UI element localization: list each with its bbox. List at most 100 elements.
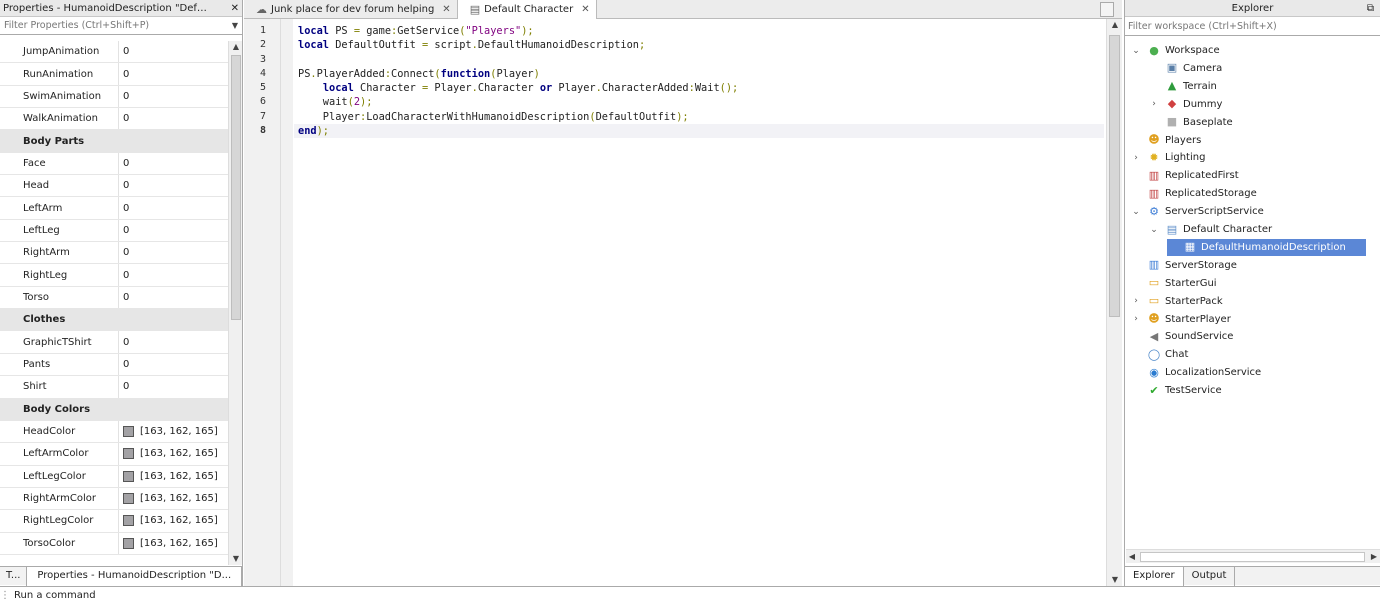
property-value[interactable]: [163, 162, 165] bbox=[119, 493, 218, 505]
property-value[interactable]: 0 bbox=[119, 247, 129, 258]
explorer-horizontal-scrollbar[interactable]: ◀ ▶ bbox=[1126, 549, 1380, 563]
chevron-down-icon[interactable]: ⌄ bbox=[1131, 46, 1141, 56]
property-row[interactable]: WalkAnimation 0 bbox=[0, 108, 228, 131]
property-value[interactable]: 0 bbox=[119, 69, 129, 80]
code-area[interactable]: 1 local PS = game:GetService("Players"); 2… bbox=[260, 19, 1104, 586]
explorer-item-players[interactable]: ☻ Players bbox=[1131, 132, 1201, 149]
scrollbar-thumb[interactable] bbox=[231, 55, 241, 320]
explorer-item-replicatedstorage[interactable]: ▥ ReplicatedStorage bbox=[1131, 185, 1257, 202]
tab-output[interactable]: Output bbox=[1184, 567, 1236, 586]
code-line[interactable]: 1 local PS = game:GetService("Players"); bbox=[260, 24, 1104, 38]
property-row[interactable]: RightLegColor [163, 162, 165] bbox=[0, 510, 228, 533]
explorer-item-chat[interactable]: ◯ Chat bbox=[1131, 346, 1189, 363]
editor-tab[interactable]: ☁ Junk place for dev forum helping ✕ bbox=[244, 0, 458, 19]
tab-explorer[interactable]: Explorer bbox=[1125, 567, 1184, 586]
scroll-down-icon[interactable]: ▼ bbox=[1107, 574, 1123, 586]
scroll-right-icon[interactable]: ▶ bbox=[1368, 550, 1380, 564]
explorer-item-testservice[interactable]: ✔ TestService bbox=[1131, 382, 1221, 399]
property-value[interactable]: [163, 162, 165] bbox=[119, 448, 218, 460]
scrollbar-thumb[interactable] bbox=[1140, 552, 1365, 562]
property-value[interactable]: 0 bbox=[119, 225, 129, 236]
property-row[interactable]: LeftLeg 0 bbox=[0, 219, 228, 243]
tab-properties-0[interactable]: T... bbox=[0, 567, 28, 586]
property-row[interactable]: RunAnimation 0 bbox=[0, 63, 228, 86]
explorer-item-default character[interactable]: ⌄ ▤ Default Character bbox=[1149, 221, 1272, 238]
close-tab-icon[interactable]: ✕ bbox=[581, 4, 589, 15]
color-swatch[interactable] bbox=[123, 470, 134, 482]
property-value[interactable]: 0 bbox=[119, 180, 129, 191]
command-bar[interactable]: ⋮ Run a command bbox=[0, 586, 1380, 604]
property-category[interactable]: Clothes bbox=[0, 309, 228, 332]
property-row[interactable]: TorsoColor [163, 162, 165] bbox=[0, 532, 228, 555]
property-row[interactable]: GraphicTShirt 0 bbox=[0, 331, 228, 354]
scroll-left-icon[interactable]: ◀ bbox=[1126, 550, 1138, 564]
property-category[interactable]: Body Parts bbox=[0, 130, 228, 153]
color-swatch[interactable] bbox=[123, 426, 134, 438]
property-row[interactable]: RightLeg 0 bbox=[0, 264, 228, 287]
property-value[interactable]: [163, 162, 165] bbox=[119, 426, 218, 438]
restore-window-icon[interactable] bbox=[1100, 2, 1114, 17]
property-row[interactable]: HeadColor [163, 162, 165] bbox=[0, 420, 228, 444]
code-line[interactable]: 6 wait(2); bbox=[260, 95, 1104, 109]
explorer-item-soundservice[interactable]: ◀ SoundService bbox=[1131, 328, 1234, 345]
property-row[interactable]: LeftArmColor [163, 162, 165] bbox=[0, 443, 228, 466]
close-icon[interactable]: ✕ bbox=[231, 0, 239, 16]
property-row[interactable]: RightArmColor [163, 162, 165] bbox=[0, 487, 228, 511]
color-swatch[interactable] bbox=[123, 515, 134, 527]
code-line[interactable]: 5 local Character = Player.Character or … bbox=[260, 81, 1104, 95]
property-value[interactable]: 0 bbox=[119, 91, 129, 102]
explorer-item-serverstorage[interactable]: ▥ ServerStorage bbox=[1131, 257, 1237, 274]
tab-properties-1[interactable]: Properties - HumanoidDescription "D... bbox=[27, 567, 242, 586]
code-line[interactable]: 2 local DefaultOutfit = script.DefaultHum… bbox=[260, 38, 1104, 52]
properties-scrollbar[interactable]: ▲ ▼ bbox=[228, 41, 242, 565]
explorer-item-replicatedfirst[interactable]: ▥ ReplicatedFirst bbox=[1131, 167, 1239, 184]
explorer-item-serverscriptservice[interactable]: ⌄ ⚙ ServerScriptService bbox=[1131, 203, 1264, 220]
chevron-right-icon[interactable]: › bbox=[1131, 153, 1141, 163]
explorer-item-startergui[interactable]: ▭ StarterGui bbox=[1131, 275, 1217, 292]
explorer-item-starterpack[interactable]: › ▭ StarterPack bbox=[1131, 293, 1223, 310]
explorer-item-starterplayer[interactable]: › ☻ StarterPlayer bbox=[1131, 311, 1231, 328]
editor-tab[interactable]: ▤ Default Character ✕ bbox=[457, 0, 597, 19]
explorer-item-camera[interactable]: ▣ Camera bbox=[1149, 60, 1222, 77]
property-value[interactable]: 0 bbox=[119, 203, 129, 214]
explorer-item-defaulthumanoiddescription[interactable]: ▦ DefaultHumanoidDescription bbox=[1167, 238, 1366, 256]
property-value[interactable]: [163, 162, 165] bbox=[119, 537, 218, 549]
code-line[interactable]: 3 bbox=[260, 53, 1104, 67]
property-value[interactable]: 0 bbox=[119, 359, 129, 370]
color-swatch[interactable] bbox=[123, 448, 134, 460]
property-value[interactable]: 0 bbox=[119, 292, 129, 303]
property-row[interactable]: Pants 0 bbox=[0, 353, 228, 377]
code-line[interactable]: 7 Player:LoadCharacterWithHumanoidDescri… bbox=[260, 110, 1104, 124]
color-swatch[interactable] bbox=[123, 493, 134, 505]
scroll-up-icon[interactable]: ▲ bbox=[229, 41, 243, 53]
property-row[interactable]: LeftLegColor [163, 162, 165] bbox=[0, 465, 228, 488]
property-row[interactable]: Face 0 bbox=[0, 152, 228, 176]
chevron-down-icon[interactable]: ⌄ bbox=[1131, 207, 1141, 217]
dock-icon[interactable]: ⧉ bbox=[1367, 0, 1374, 17]
scroll-up-icon[interactable]: ▲ bbox=[1107, 19, 1123, 31]
explorer-item-dummy[interactable]: › ◆ Dummy bbox=[1149, 96, 1222, 113]
explorer-item-localizationservice[interactable]: ◉ LocalizationService bbox=[1131, 364, 1261, 381]
property-value[interactable]: 0 bbox=[119, 158, 129, 169]
code-line[interactable]: 4 PS.PlayerAdded:Connect(function(Player) bbox=[260, 67, 1104, 81]
chevron-right-icon[interactable]: › bbox=[1149, 99, 1159, 109]
property-value[interactable]: 0 bbox=[119, 270, 129, 281]
property-category[interactable]: Body Colors bbox=[0, 398, 228, 421]
property-value[interactable]: 0 bbox=[119, 337, 129, 348]
property-value[interactable]: [163, 162, 165] bbox=[119, 515, 218, 527]
property-row[interactable]: Shirt 0 bbox=[0, 376, 228, 399]
property-row[interactable]: JumpAnimation 0 bbox=[0, 41, 228, 64]
explorer-item-terrain[interactable]: ▲ Terrain bbox=[1149, 78, 1217, 95]
chevron-down-icon[interactable]: ▼ bbox=[232, 17, 238, 35]
property-row[interactable]: SwimAnimation 0 bbox=[0, 85, 228, 109]
properties-filter-input[interactable]: Filter Properties (Ctrl+Shift+P) ▼ bbox=[0, 17, 242, 35]
property-row[interactable]: RightArm 0 bbox=[0, 242, 228, 265]
scroll-down-icon[interactable]: ▼ bbox=[229, 553, 243, 565]
property-value[interactable]: 0 bbox=[119, 113, 129, 124]
code-line[interactable]: 8 end); bbox=[260, 124, 1104, 139]
explorer-filter-input[interactable]: Filter workspace (Ctrl+Shift+X) bbox=[1125, 17, 1380, 36]
property-row[interactable]: Head 0 bbox=[0, 175, 228, 198]
property-row[interactable]: Torso 0 bbox=[0, 286, 228, 310]
explorer-item-baseplate[interactable]: ■ Baseplate bbox=[1149, 114, 1233, 131]
chevron-right-icon[interactable]: › bbox=[1131, 314, 1141, 324]
